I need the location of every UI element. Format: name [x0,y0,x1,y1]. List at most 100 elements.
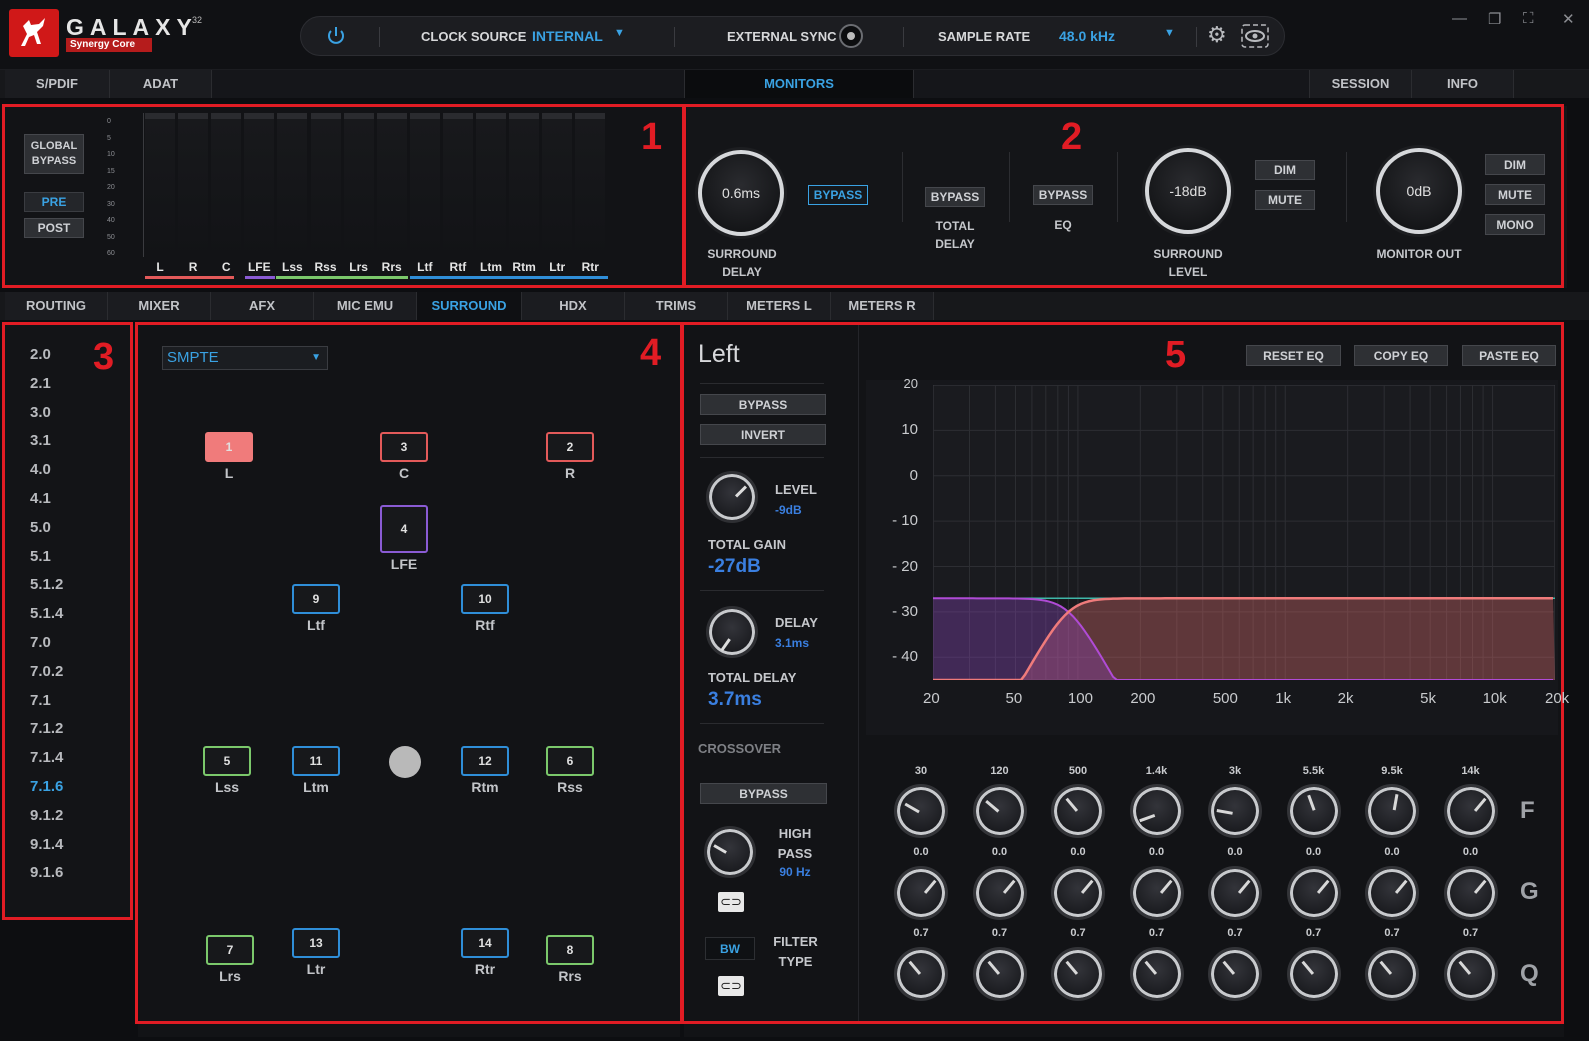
close-icon[interactable]: ✕ [1562,10,1575,28]
crossover-bypass-button[interactable]: BYPASS [700,783,827,804]
global-bypass-button[interactable]: GLOBAL BYPASS [24,134,84,174]
fullscreen-icon[interactable]: ⛶ [1523,10,1534,27]
level-knob[interactable] [706,471,758,523]
format-item-9-1-6[interactable]: 9.1.6 [30,864,63,881]
format-item-5-1[interactable]: 5.1 [30,548,51,565]
clock-source-dropdown-icon[interactable]: ▼ [614,27,625,39]
band-7-q-knob[interactable] [1365,947,1419,1001]
reset-eq-button[interactable]: RESET EQ [1246,345,1341,366]
restore-icon[interactable]: ❐ [1488,10,1501,28]
band-6-q-knob[interactable] [1286,947,1341,1001]
monitor-dim-button[interactable]: DIM [1485,154,1545,175]
tab-info[interactable]: INFO [1412,70,1514,98]
band-2-q-knob[interactable] [972,947,1027,1001]
band-6-gain-knob[interactable] [1286,866,1341,920]
format-item-2-1[interactable]: 2.1 [30,375,51,392]
format-item-7-0-2[interactable]: 7.0.2 [30,663,63,680]
surround-delay-bypass-button[interactable]: BYPASS [808,185,868,205]
tab-routing[interactable]: ROUTING [5,292,108,320]
band-5-freq-knob[interactable] [1208,784,1262,838]
format-item-9-1-4[interactable]: 9.1.4 [30,836,63,853]
format-item-5-1-4[interactable]: 5.1.4 [30,605,63,622]
tab-mixer[interactable]: MIXER [108,292,211,320]
gear-icon[interactable]: ⚙ [1207,22,1227,48]
tab-meters-r[interactable]: METERS R [831,292,934,320]
speaker-rtm[interactable]: 12 [461,746,509,776]
format-item-2-0[interactable]: 2.0 [30,346,51,363]
speaker-rtr[interactable]: 14 [461,928,509,958]
channel-invert-button[interactable]: INVERT [700,424,826,445]
format-item-7-1-4[interactable]: 7.1.4 [30,749,63,766]
sample-rate-value[interactable]: 48.0 kHz [1059,28,1115,44]
band-1-q-knob[interactable] [894,947,948,1001]
band-3-freq-knob[interactable] [1051,784,1105,838]
pre-button[interactable]: PRE [24,192,84,212]
speaker-rtf[interactable]: 10 [461,584,509,614]
monitor-mono-button[interactable]: MONO [1485,214,1545,235]
format-item-9-1-2[interactable]: 9.1.2 [30,807,63,824]
tab-hdx[interactable]: HDX [522,292,625,320]
band-8-freq-knob[interactable] [1443,784,1498,838]
band-3-gain-knob[interactable] [1051,866,1105,920]
clock-source-value[interactable]: INTERNAL [532,28,603,44]
external-sync-toggle[interactable] [839,24,863,48]
band-4-q-knob[interactable] [1129,947,1184,1001]
speaker-r[interactable]: 2 [546,432,594,462]
tab-session[interactable]: SESSION [1310,70,1412,98]
layout-select[interactable]: SMPTE ▼ [162,346,328,370]
band-3-q-knob[interactable] [1051,947,1105,1001]
listener-position-handle[interactable] [389,746,421,778]
eye-icon[interactable] [1241,24,1269,51]
band-4-gain-knob[interactable] [1129,866,1184,920]
copy-eq-button[interactable]: COPY EQ [1354,345,1448,366]
surround-mute-button[interactable]: MUTE [1255,190,1315,210]
band-7-gain-knob[interactable] [1365,866,1419,920]
power-icon[interactable] [325,25,347,50]
speaker-ltf[interactable]: 9 [292,584,340,614]
speaker-c[interactable]: 3 [380,432,428,462]
format-item-4-0[interactable]: 4.0 [30,461,51,478]
link-icon[interactable]: ⊂⊃ [718,892,744,912]
band-6-freq-knob[interactable] [1286,784,1341,838]
band-7-freq-knob[interactable] [1365,784,1419,838]
band-8-gain-knob[interactable] [1443,866,1498,920]
total-delay-bypass-button[interactable]: BYPASS [925,187,985,207]
format-item-7-1-6[interactable]: 7.1.6 [30,778,63,795]
format-item-5-0[interactable]: 5.0 [30,519,51,536]
speaker-l[interactable]: 1 [205,432,253,462]
format-item-4-1[interactable]: 4.1 [30,490,51,507]
speaker-rrs[interactable]: 8 [546,935,594,965]
speaker-rss[interactable]: 6 [546,746,594,776]
paste-eq-button[interactable]: PASTE EQ [1462,345,1556,366]
channel-bypass-button[interactable]: BYPASS [700,394,826,415]
band-5-gain-knob[interactable] [1208,866,1262,920]
tab-afx[interactable]: AFX [211,292,314,320]
delay-knob[interactable] [706,606,758,658]
band-2-freq-knob[interactable] [972,784,1027,838]
surround-delay-knob[interactable]: 0.6ms [698,150,784,236]
filter-link-icon[interactable]: ⊂⊃ [718,976,744,996]
format-item-3-1[interactable]: 3.1 [30,432,51,449]
tab-mic-emu[interactable]: MIC EMU [314,292,417,320]
tab-surround[interactable]: SURROUND [417,292,522,320]
band-5-q-knob[interactable] [1208,947,1262,1001]
format-item-3-0[interactable]: 3.0 [30,404,51,421]
minimize-icon[interactable]: — [1452,10,1467,27]
filter-type-select[interactable]: BW [705,937,755,960]
sample-rate-dropdown-icon[interactable]: ▼ [1164,27,1175,39]
tab-spdif[interactable]: S/PDIF [5,70,110,98]
eq-graph[interactable] [933,385,1555,680]
post-button[interactable]: POST [24,218,84,238]
format-item-5-1-2[interactable]: 5.1.2 [30,576,63,593]
speaker-ltm[interactable]: 11 [292,746,340,776]
monitor-mute-button[interactable]: MUTE [1485,184,1545,205]
format-item-7-1[interactable]: 7.1 [30,692,51,709]
band-1-freq-knob[interactable] [894,784,948,838]
eq-bypass-button[interactable]: BYPASS [1033,185,1093,205]
tab-trims[interactable]: TRIMS [625,292,728,320]
tab-monitors[interactable]: MONITORS [685,70,914,98]
tab-adat[interactable]: ADAT [110,70,212,98]
high-pass-knob[interactable] [704,826,756,878]
tab-meters-l[interactable]: METERS L [728,292,831,320]
speaker-lfe[interactable]: 4 [380,505,428,553]
